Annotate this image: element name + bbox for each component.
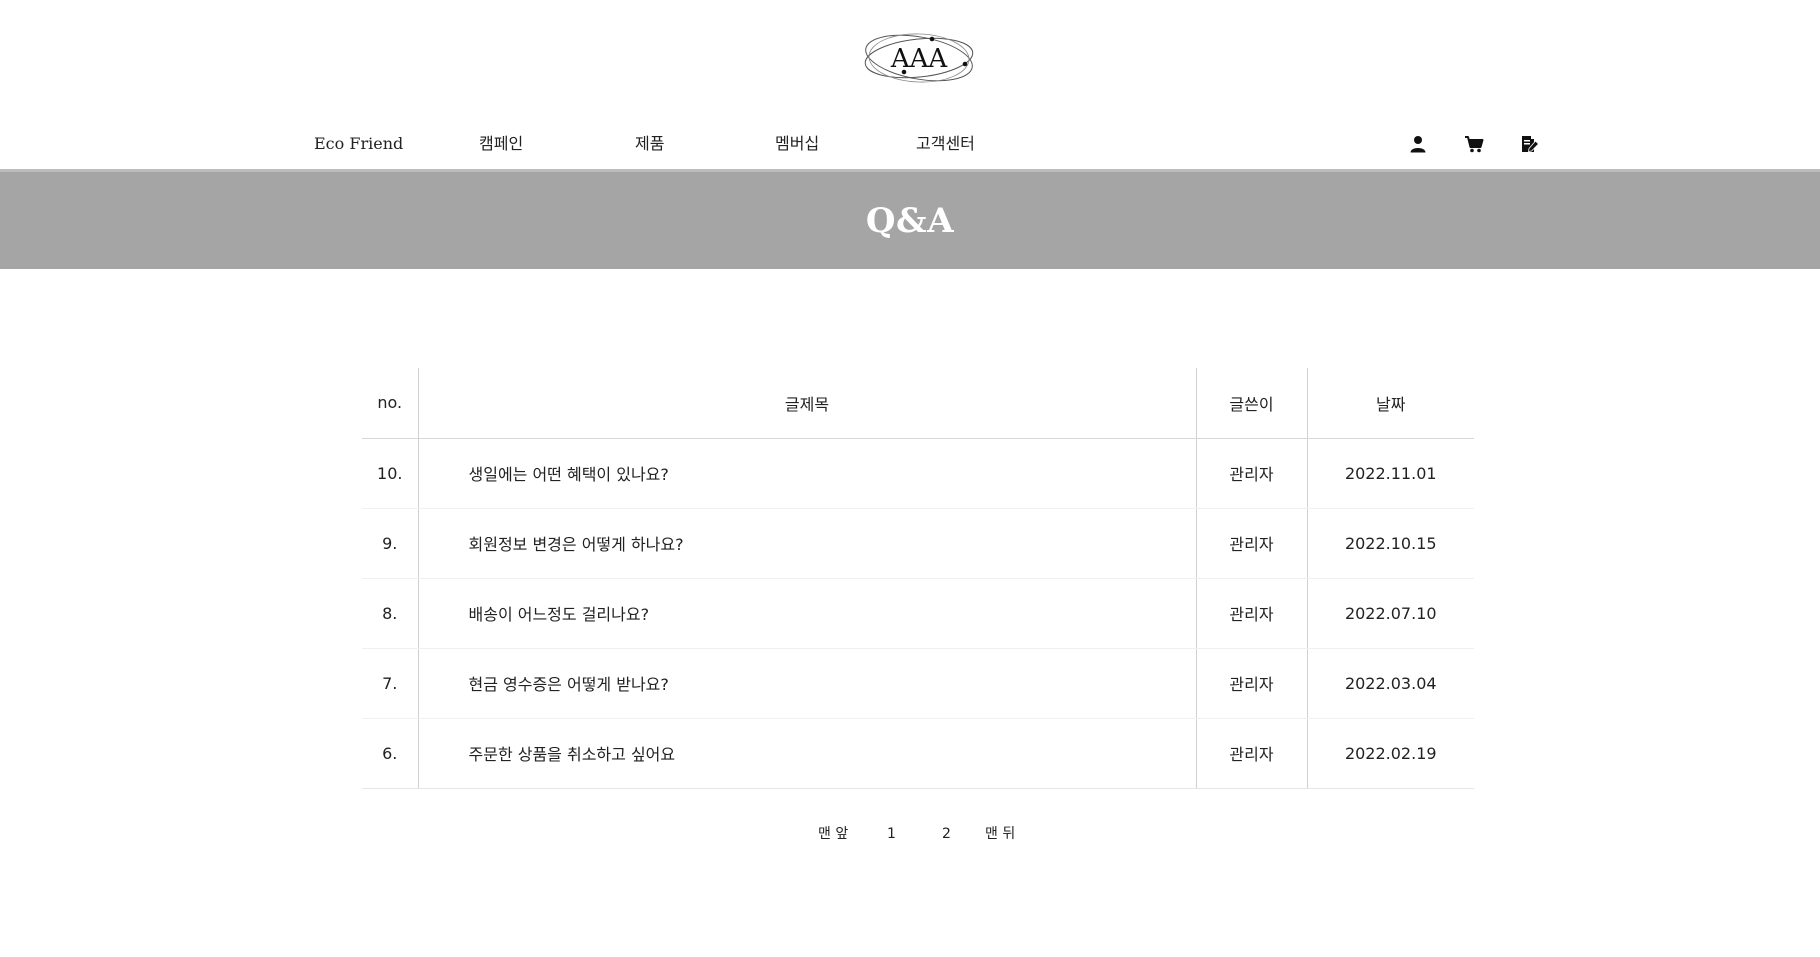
nav-item-customer-center[interactable]: 고객센터 [916,132,975,156]
pagination-page-1[interactable]: 1 [887,823,896,845]
pagination-first[interactable]: 맨 앞 [818,823,848,845]
atom-orbit-logo-icon: AAA [864,33,974,83]
pagination-page-2[interactable]: 2 [942,823,951,845]
column-header-title: 글제목 [418,368,1197,439]
nav-item-campaign[interactable]: 캠페인 [479,132,523,156]
write-icon[interactable] [1518,132,1542,156]
qna-table: no. 글제목 글쓴이 날짜 10. 생일에는 어떤 혜택이 있나요? 관리자 … [362,368,1474,789]
row-no: 8. [362,578,419,649]
row-no: 9. [362,508,419,579]
site-logo[interactable]: AAA [862,22,977,94]
column-header-writer: 글쓴이 [1196,368,1308,439]
row-writer: 관리자 [1196,508,1308,579]
row-title-link[interactable]: 현금 영수증은 어떻게 받나요? [418,648,1197,719]
column-header-no: no. [362,368,419,439]
row-no: 10. [362,438,419,509]
table-row[interactable]: 8. 배송이 어느정도 걸리나요? 관리자 2022.07.10 [362,578,1474,649]
cart-icon[interactable] [1462,132,1486,156]
row-title-link[interactable]: 회원정보 변경은 어떻게 하나요? [418,508,1197,579]
row-date: 2022.02.19 [1307,718,1474,789]
table-header-row: no. 글제목 글쓴이 날짜 [362,368,1474,439]
row-writer: 관리자 [1196,718,1308,789]
row-title-link[interactable]: 생일에는 어떤 혜택이 있나요? [418,438,1197,509]
user-icon[interactable] [1406,132,1430,156]
table-row[interactable]: 6. 주문한 상품을 취소하고 싶어요 관리자 2022.02.19 [362,718,1474,789]
column-header-date: 날짜 [1307,368,1474,439]
row-date: 2022.03.04 [1307,648,1474,719]
logo-text: AAA [890,44,949,74]
table-row[interactable]: 7. 현금 영수증은 어떻게 받나요? 관리자 2022.03.04 [362,648,1474,719]
table-row[interactable]: 9. 회원정보 변경은 어떻게 하나요? 관리자 2022.10.15 [362,508,1474,579]
row-no: 7. [362,648,419,719]
row-writer: 관리자 [1196,648,1308,719]
nav-item-membership[interactable]: 멤버십 [775,132,819,156]
pagination: 맨 앞 1 2 맨 뒤 [0,823,1820,845]
row-date: 2022.07.10 [1307,578,1474,649]
row-date: 2022.10.15 [1307,508,1474,579]
main-nav: Eco Friend 캠페인 제품 멤버십 고객센터 [0,132,1820,156]
row-title-link[interactable]: 배송이 어느정도 걸리나요? [418,578,1197,649]
page-banner: Q&A [0,169,1820,269]
row-no: 6. [362,718,419,789]
row-date: 2022.11.01 [1307,438,1474,509]
row-writer: 관리자 [1196,578,1308,649]
table-row[interactable]: 10. 생일에는 어떤 혜택이 있나요? 관리자 2022.11.01 [362,438,1474,509]
row-title-link[interactable]: 주문한 상품을 취소하고 싶어요 [418,718,1197,789]
nav-brand-eco-friend[interactable]: Eco Friend [314,132,403,156]
page-title: Q&A [865,200,955,241]
pagination-last[interactable]: 맨 뒤 [985,823,1015,845]
row-writer: 관리자 [1196,438,1308,509]
nav-item-products[interactable]: 제품 [635,132,664,156]
